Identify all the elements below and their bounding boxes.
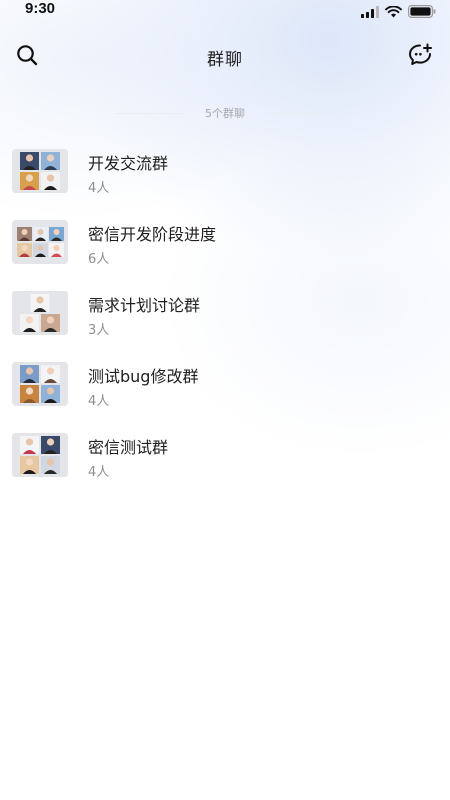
battery-icon	[408, 3, 436, 22]
group-item[interactable]: 密信测试群 4人	[0, 428, 450, 499]
group-item[interactable]: 测试bug修改群 4人	[0, 357, 450, 428]
group-name: 密信测试群	[88, 438, 169, 457]
group-list: 开发交流群 4人 密信开发阶段进度 6人 需求计划讨论群 3人 测试bug修改群…	[0, 144, 450, 499]
group-item[interactable]: 需求计划讨论群 3人	[0, 286, 450, 357]
group-chat-screen: 9:30 群聊 5个群聊 开发交流群 4人 密信开发阶段进度 6人 需求计划讨论…	[0, 0, 450, 800]
group-item[interactable]: 密信开发阶段进度 6人	[0, 215, 450, 286]
group-name: 开发交流群	[88, 154, 169, 173]
group-avatar	[12, 291, 68, 335]
group-member-count: 4人	[88, 465, 110, 480]
group-name: 密信开发阶段进度	[88, 225, 217, 244]
group-member-count: 4人	[88, 181, 110, 196]
group-item[interactable]: 开发交流群 4人	[0, 144, 450, 215]
group-avatar	[12, 149, 68, 193]
group-name: 测试bug修改群	[88, 367, 199, 386]
signal-icon	[361, 3, 379, 22]
page-title: 群聊	[207, 50, 243, 70]
wifi-icon	[385, 3, 402, 22]
top-bar: 群聊	[0, 36, 450, 72]
group-member-count: 6人	[88, 252, 110, 267]
group-avatar	[12, 362, 68, 406]
group-count-divider: 5个群聊	[0, 104, 450, 122]
add-group-chat-icon	[408, 43, 434, 71]
group-name: 需求计划讨论群	[88, 296, 201, 315]
status-bar: 9:30	[0, 0, 450, 20]
group-member-count: 4人	[88, 394, 110, 409]
group-count-text: 5个群聊	[205, 107, 245, 120]
group-avatar	[12, 220, 68, 264]
add-group-chat-button[interactable]	[406, 42, 436, 72]
status-time: 9:30	[25, 0, 56, 17]
group-avatar	[12, 433, 68, 477]
status-icons	[361, 3, 436, 22]
divider-line-right	[265, 113, 335, 114]
group-member-count: 3人	[88, 323, 110, 338]
